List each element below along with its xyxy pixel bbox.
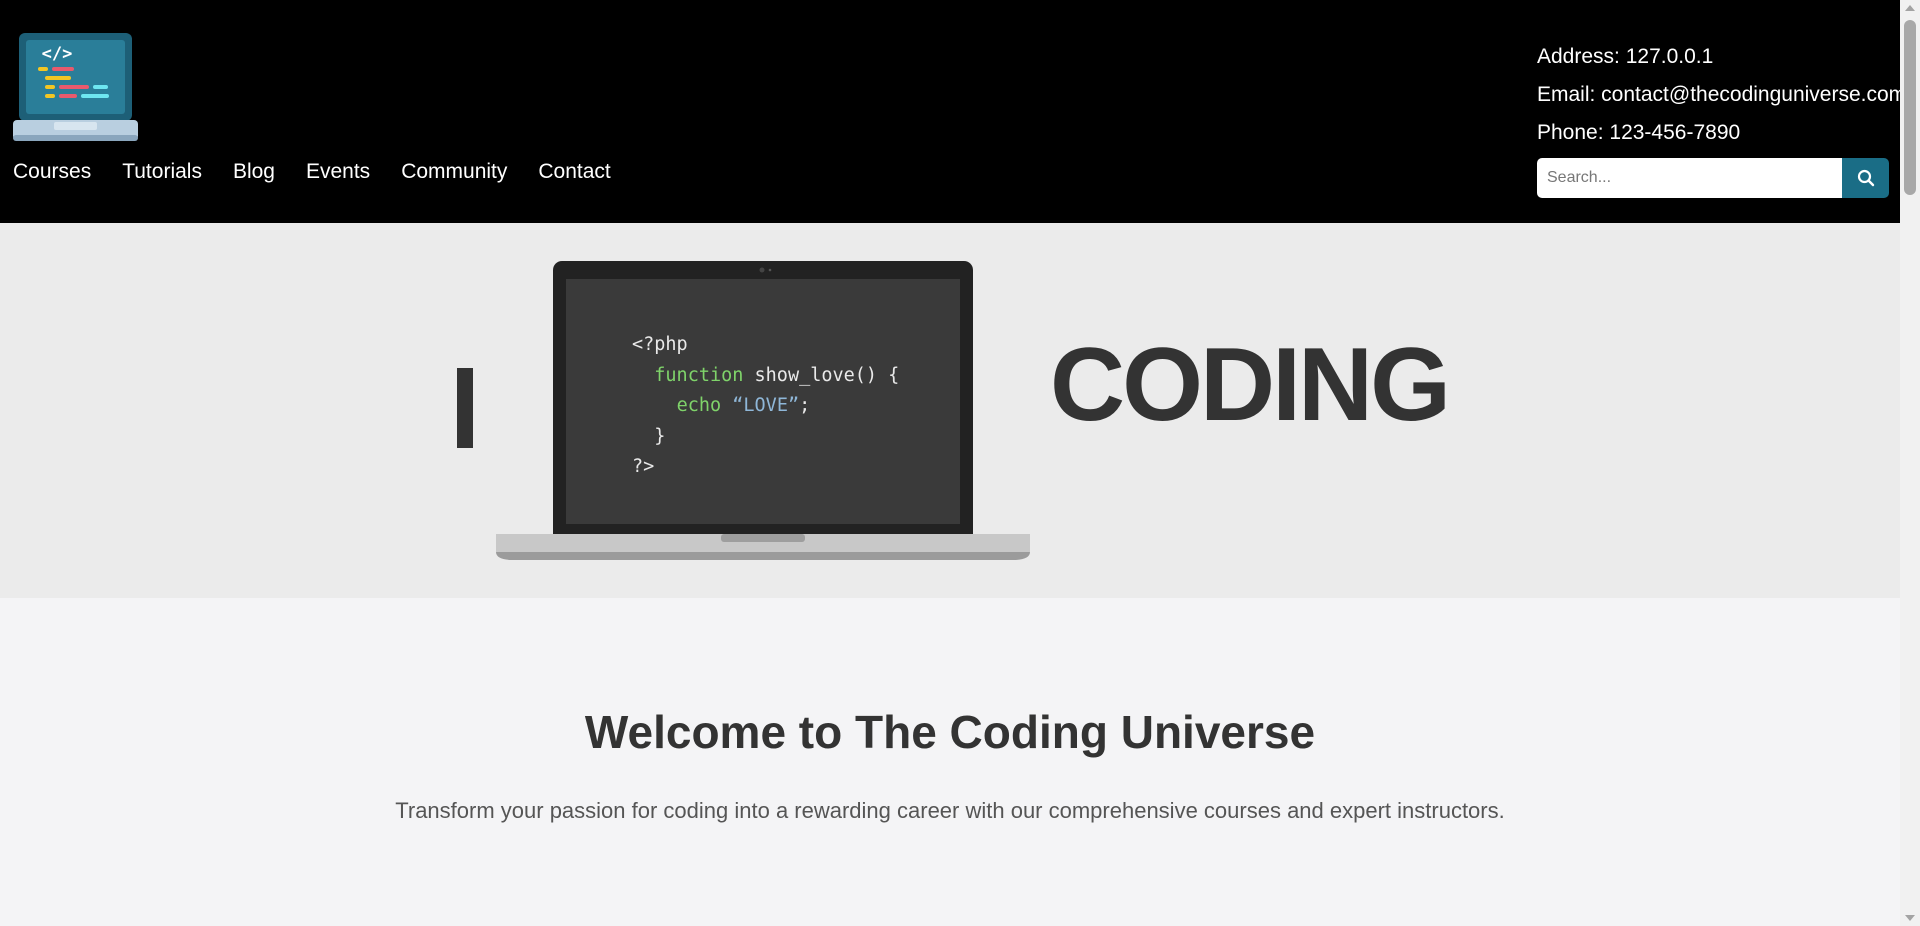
code-keyword-echo: echo <box>676 395 722 416</box>
contact-info: Address: 127.0.0.1 Email: contact@thecod… <box>1537 38 1906 152</box>
code-line-php-close: ?> <box>632 456 655 477</box>
vertical-scrollbar[interactable] <box>1900 0 1920 926</box>
code-string: “LOVE” <box>732 395 800 416</box>
contact-email: Email: contact@thecodinguniverse.com <box>1537 83 1907 106</box>
hero-word: CODING <box>1050 327 1451 443</box>
page: </> Courses Tutorials Blog Events Commun… <box>0 0 1920 926</box>
search-input[interactable] <box>1537 158 1842 198</box>
code-function-name: show_love() { <box>743 364 900 386</box>
search-button[interactable] <box>1842 158 1889 198</box>
contact-phone: Phone: 123-456-7890 <box>1537 121 1741 144</box>
nav-item-blog[interactable]: Blog <box>233 160 275 184</box>
nav-item-courses[interactable]: Courses <box>13 160 91 184</box>
nav-item-tutorials[interactable]: Tutorials <box>122 160 202 184</box>
search-icon <box>1857 169 1874 187</box>
site-header: </> Courses Tutorials Blog Events Commun… <box>0 0 1906 223</box>
contact-address: Address: 127.0.0.1 <box>1537 45 1714 68</box>
scroll-down-arrow-icon[interactable] <box>1905 915 1915 921</box>
nav-item-community[interactable]: Community <box>401 160 507 184</box>
svg-text:</>: </> <box>42 44 73 64</box>
code-semicolon: ; <box>799 395 811 416</box>
code-line-php-open: <?php <box>632 334 688 355</box>
nav-item-contact[interactable]: Contact <box>538 160 610 184</box>
main-nav: Courses Tutorials Blog Events Community … <box>13 160 642 184</box>
nav-item-events[interactable]: Events <box>306 160 370 184</box>
hero-letter-i <box>457 368 473 448</box>
hero-banner: I <?php function show_love() { echo “LOV… <box>0 223 1900 598</box>
code-close-brace: } <box>654 425 666 447</box>
site-logo[interactable]: </> <box>13 31 138 143</box>
welcome-title: Welcome to The Coding Universe <box>584 706 1316 758</box>
code-snippet: <?php function show_love() { echo “LOVE”… <box>632 330 899 483</box>
search-bar <box>1537 158 1889 198</box>
code-keyword-function: function <box>654 364 744 386</box>
scroll-thumb[interactable] <box>1904 20 1916 195</box>
welcome-text: Transform your passion for coding into a… <box>395 798 1505 823</box>
scroll-up-arrow-icon[interactable] <box>1905 5 1915 11</box>
